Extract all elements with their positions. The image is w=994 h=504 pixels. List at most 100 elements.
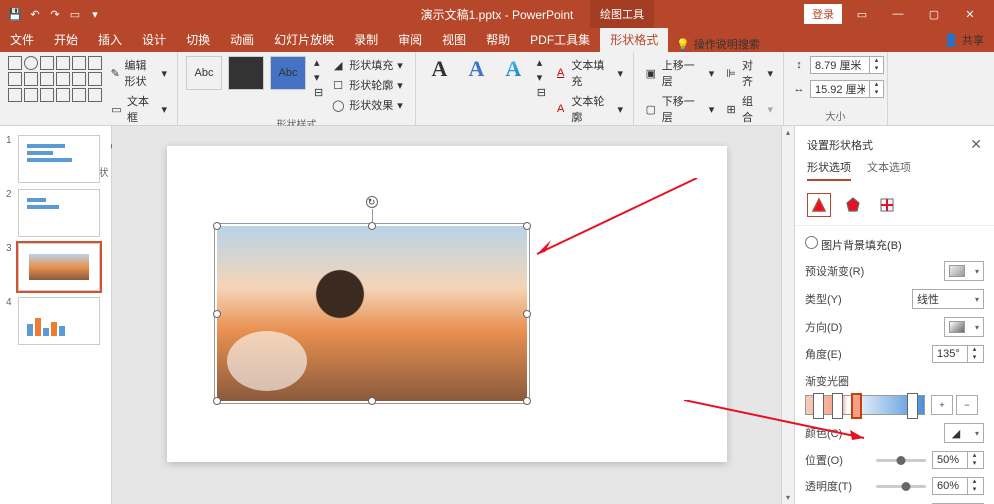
fill-line-icon[interactable] [807, 193, 831, 217]
transparency-input[interactable]: ▴▾ [932, 477, 984, 495]
size-props-icon[interactable] [875, 193, 899, 217]
slide-canvas[interactable]: ↻ [112, 126, 781, 504]
resize-handle[interactable] [368, 397, 376, 405]
share-button[interactable]: 👤 共享 [934, 28, 994, 52]
width-input[interactable]: ▴▾ [810, 80, 884, 98]
transparency-slider[interactable] [876, 485, 926, 488]
tell-me-search[interactable]: 💡 操作说明搜索 [668, 36, 768, 52]
wordart-style-3[interactable]: A [498, 56, 529, 82]
angle-input[interactable]: ▴▾ [932, 345, 984, 363]
selection-border [214, 223, 530, 404]
resize-handle[interactable] [213, 310, 221, 318]
vertical-scrollbar[interactable] [781, 126, 794, 504]
wordart-style-2[interactable]: A [461, 56, 492, 82]
color-combo[interactable]: ◢▾ [944, 423, 984, 443]
shape-fill-button[interactable]: ◢形状填充▾ [329, 56, 405, 74]
add-stop-button[interactable]: + [931, 395, 953, 415]
pane-tab-text[interactable]: 文本选项 [867, 159, 911, 181]
type-combo[interactable]: 线性▾ [912, 289, 984, 309]
position-input[interactable]: ▴▾ [932, 451, 984, 469]
resize-handle[interactable] [213, 397, 221, 405]
text-fill-button[interactable]: A文本填充▾ [552, 56, 625, 90]
pane-close-icon[interactable]: ✕ [970, 136, 982, 153]
resize-handle[interactable] [523, 222, 531, 230]
position-slider[interactable] [876, 459, 926, 462]
edit-shape-button[interactable]: ✎编辑形状▾ [108, 56, 169, 90]
resize-handle[interactable] [523, 397, 531, 405]
height-input[interactable]: ▴▾ [810, 56, 884, 74]
lightbulb-icon: 💡 [676, 38, 690, 51]
gradient-bar[interactable] [805, 395, 925, 415]
login-button[interactable]: 登录 [804, 4, 842, 24]
preset-gradient-combo[interactable]: ▾ [944, 261, 984, 281]
wa-up-icon[interactable]: ▴ [537, 56, 546, 69]
remove-stop-button[interactable]: − [956, 395, 978, 415]
gallery-up-icon[interactable]: ▴ [314, 56, 323, 69]
tab-record[interactable]: 录制 [344, 27, 388, 52]
align-button[interactable]: ⊫对齐▾ [722, 56, 775, 90]
gradient-stop[interactable] [832, 393, 843, 419]
text-box-button[interactable]: ▭文本框▾ [108, 92, 169, 126]
text-outline-button[interactable]: A文本轮廓▾ [552, 92, 625, 126]
close-icon[interactable]: ✕ [954, 4, 986, 24]
gradient-stop[interactable] [813, 393, 824, 419]
tab-help[interactable]: 帮助 [476, 27, 520, 52]
resize-handle[interactable] [368, 222, 376, 230]
tell-me-label: 操作说明搜索 [694, 36, 760, 52]
gradient-stop-active[interactable] [851, 393, 862, 419]
tab-view[interactable]: 视图 [432, 27, 476, 52]
gallery-more-icon[interactable]: ⊟ [314, 86, 323, 99]
width-icon: ↔ [792, 82, 806, 96]
tab-insert[interactable]: 插入 [88, 27, 132, 52]
tab-home[interactable]: 开始 [44, 27, 88, 52]
effects-icon[interactable] [841, 193, 865, 217]
tab-pdf[interactable]: PDF工具集 [520, 27, 600, 52]
picture-fill-radio[interactable] [805, 236, 818, 249]
qat-more-icon[interactable]: ▾ [86, 5, 104, 23]
thumbnail-1[interactable] [18, 135, 100, 183]
tab-design[interactable]: 设计 [132, 27, 176, 52]
tab-format[interactable]: 形状格式 [600, 27, 668, 52]
resize-handle[interactable] [213, 222, 221, 230]
tab-file[interactable]: 文件 [0, 27, 44, 52]
quick-access-toolbar: 💾 ↶ ↷ ▭ ▾ [0, 5, 104, 23]
align-icon: ⊫ [724, 66, 738, 80]
selected-shape[interactable]: ↻ [217, 226, 527, 401]
shape-gallery[interactable] [8, 56, 102, 102]
tab-animations[interactable]: 动画 [220, 27, 264, 52]
rotation-handle[interactable]: ↻ [366, 196, 378, 208]
tab-slideshow[interactable]: 幻灯片放映 [264, 27, 344, 52]
effects-icon: ◯ [331, 98, 345, 112]
direction-combo[interactable]: ▾ [944, 317, 984, 337]
wa-more-icon[interactable]: ⊟ [537, 86, 546, 99]
forward-icon: ▣ [644, 66, 658, 80]
shape-style-1[interactable]: Abc [186, 56, 222, 90]
minimize-icon[interactable]: — [882, 4, 914, 24]
bring-forward-button[interactable]: ▣上移一层▾ [642, 56, 716, 90]
gallery-down-icon[interactable]: ▾ [314, 71, 323, 84]
tab-review[interactable]: 审阅 [388, 27, 432, 52]
redo-icon[interactable]: ↷ [46, 5, 64, 23]
gradient-stop[interactable] [907, 393, 918, 419]
shape-outline-button[interactable]: ☐形状轮廓▾ [329, 76, 405, 94]
ribbon-options-icon[interactable]: ▭ [846, 4, 878, 24]
shape-style-2[interactable]: Abc [228, 56, 264, 90]
thumb-number: 2 [6, 189, 14, 200]
undo-icon[interactable]: ↶ [26, 5, 44, 23]
thumbnail-3[interactable] [18, 243, 100, 291]
start-icon[interactable]: ▭ [66, 5, 84, 23]
tab-transitions[interactable]: 切换 [176, 27, 220, 52]
maximize-icon[interactable]: ▢ [918, 4, 950, 24]
pane-tab-shape[interactable]: 形状选项 [807, 159, 851, 181]
wa-down-icon[interactable]: ▾ [537, 71, 546, 84]
group-icon: ⊞ [724, 102, 738, 116]
thumbnail-4[interactable] [18, 297, 100, 345]
send-backward-button[interactable]: ▢下移一层▾ [642, 92, 716, 126]
save-icon[interactable]: 💾 [6, 5, 24, 23]
contextual-tab-label: 绘图工具 [590, 0, 654, 28]
thumbnail-2[interactable] [18, 189, 100, 237]
shape-effects-button[interactable]: ◯形状效果▾ [329, 96, 405, 114]
shape-style-3[interactable]: Abc [270, 56, 306, 90]
resize-handle[interactable] [523, 310, 531, 318]
wordart-style-1[interactable]: A [424, 56, 455, 82]
